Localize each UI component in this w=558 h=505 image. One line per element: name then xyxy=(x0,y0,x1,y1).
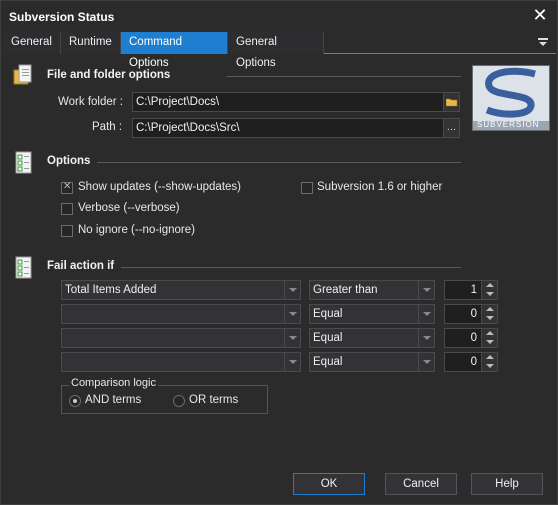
fail-operator-combo-3[interactable]: Equal xyxy=(309,328,435,348)
title-bar: Subversion Status ✕ xyxy=(1,1,557,31)
chevron-down-icon xyxy=(284,281,300,299)
fail-operator-combo-4[interactable]: Equal xyxy=(309,352,435,372)
or-terms-radio[interactable] xyxy=(173,395,185,407)
spin-down-button[interactable] xyxy=(482,338,498,347)
options-section-title: Options xyxy=(47,155,91,167)
spin-down-button[interactable] xyxy=(482,362,498,371)
window-title: Subversion Status xyxy=(9,10,115,24)
fail-operator-combo-1[interactable]: Greater than xyxy=(309,280,435,300)
section-divider xyxy=(97,162,461,163)
fail-field-value: Total Items Added xyxy=(65,284,157,296)
chevron-down-icon xyxy=(418,353,434,371)
show-updates-label[interactable]: Show updates (--show-updates) xyxy=(78,181,241,193)
fail-operator-combo-2[interactable]: Equal xyxy=(309,304,435,324)
tab-runtime[interactable]: Runtime xyxy=(61,32,121,54)
svn16-checkbox[interactable] xyxy=(301,182,313,194)
section-divider xyxy=(226,76,461,77)
tab-general[interactable]: General xyxy=(3,32,61,54)
fail-field-combo-3[interactable] xyxy=(61,328,301,348)
checklist-icon xyxy=(13,256,35,280)
comparison-logic-title: Comparison logic xyxy=(69,377,158,389)
spinner-buttons xyxy=(481,329,497,347)
chevron-down-icon xyxy=(418,305,434,323)
spinner-buttons xyxy=(481,281,497,299)
browse-folder-button[interactable] xyxy=(443,93,459,111)
show-updates-checkbox[interactable] xyxy=(61,181,73,194)
work-folder-label: Work folder : xyxy=(58,96,123,108)
fail-field-combo-4[interactable] xyxy=(61,352,301,372)
spin-up-button[interactable] xyxy=(482,281,498,290)
spinner-buttons xyxy=(481,353,497,371)
work-folder-value: C:\Project\Docs\ xyxy=(136,96,220,108)
fail-operator-value: Equal xyxy=(313,332,343,344)
spin-up-button[interactable] xyxy=(482,353,498,362)
fail-value-spinner-3[interactable]: 0 xyxy=(444,328,498,348)
verbose-label[interactable]: Verbose (--verbose) xyxy=(78,202,180,214)
fail-action-section-title: Fail action if xyxy=(47,260,115,272)
close-button[interactable]: ✕ xyxy=(529,5,551,27)
dialog-window: Subversion Status ✕ General Runtime Comm… xyxy=(0,0,558,505)
fail-value-spinner-4[interactable]: 0 xyxy=(444,352,498,372)
browse-path-button[interactable]: … xyxy=(443,119,459,137)
chevron-down-icon xyxy=(418,281,434,299)
fail-value-spinner-1[interactable]: 1 xyxy=(444,280,498,300)
file-folder-section-title: File and folder options xyxy=(47,69,171,81)
no-ignore-label[interactable]: No ignore (--no-ignore) xyxy=(78,224,195,236)
spin-down-button[interactable] xyxy=(482,290,498,299)
verbose-checkbox[interactable] xyxy=(61,203,73,215)
help-button[interactable]: Help xyxy=(471,473,543,495)
fail-value: 0 xyxy=(470,332,477,344)
subversion-logo: SUBVERSION xyxy=(472,65,550,131)
tab-bar: General Runtime Command Options General … xyxy=(3,32,556,69)
tab-menu-icon[interactable] xyxy=(536,35,550,49)
path-value: C:\Project\Docs\Src\ xyxy=(136,122,240,134)
fail-operator-value: Equal xyxy=(313,356,343,368)
chevron-down-icon xyxy=(418,329,434,347)
chevron-down-icon xyxy=(284,305,300,323)
chevron-down-icon xyxy=(284,353,300,371)
cancel-button[interactable]: Cancel xyxy=(385,473,457,495)
fail-operator-value: Greater than xyxy=(313,284,378,296)
spin-up-button[interactable] xyxy=(482,305,498,314)
fail-field-combo-1[interactable]: Total Items Added xyxy=(61,280,301,300)
spin-down-button[interactable] xyxy=(482,314,498,323)
logo-text: SUBVERSION xyxy=(477,120,540,129)
folder-icon xyxy=(445,98,457,107)
chevron-down-icon xyxy=(284,329,300,347)
tab-general-options[interactable]: General Options xyxy=(228,32,324,69)
tab-command-options[interactable]: Command Options xyxy=(121,32,228,69)
folder-file-icon xyxy=(13,64,35,88)
fail-operator-value: Equal xyxy=(313,308,343,320)
spinner-buttons xyxy=(481,305,497,323)
fail-value-spinner-2[interactable]: 0 xyxy=(444,304,498,324)
no-ignore-checkbox[interactable] xyxy=(61,225,73,237)
work-folder-input[interactable]: C:\Project\Docs\ xyxy=(132,92,460,112)
path-input[interactable]: C:\Project\Docs\Src\ … xyxy=(132,118,460,138)
section-divider xyxy=(121,267,461,268)
fail-field-combo-2[interactable] xyxy=(61,304,301,324)
svn16-label[interactable]: Subversion 1.6 or higher xyxy=(317,181,442,193)
or-terms-label[interactable]: OR terms xyxy=(189,394,238,406)
fail-value: 1 xyxy=(470,284,477,296)
checklist-icon xyxy=(13,151,35,175)
ok-button[interactable]: OK xyxy=(293,473,365,495)
fail-value: 0 xyxy=(470,308,477,320)
and-terms-radio[interactable] xyxy=(69,395,81,407)
path-label: Path : xyxy=(92,121,123,133)
spin-up-button[interactable] xyxy=(482,329,498,338)
fail-value: 0 xyxy=(470,356,477,368)
and-terms-label[interactable]: AND terms xyxy=(85,394,141,406)
